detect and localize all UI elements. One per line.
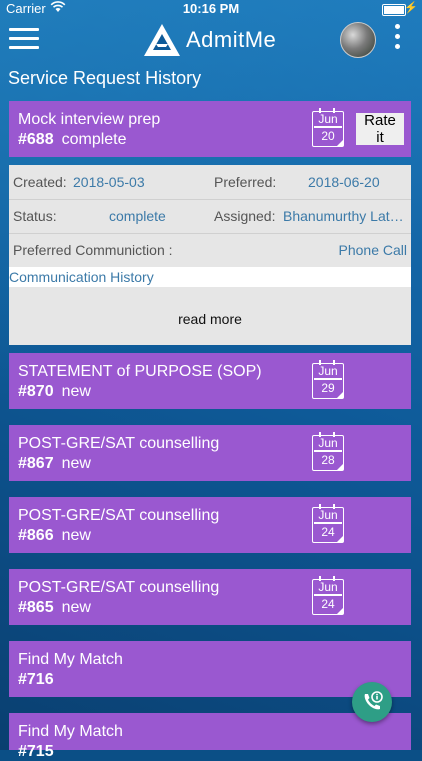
- communication-value: Phone Call: [338, 242, 408, 258]
- assigned-value: Bhanumurthy Lat…: [283, 208, 404, 224]
- communication-history-link[interactable]: Communication History: [9, 267, 411, 287]
- request-number: #870: [18, 383, 54, 400]
- request-state: new: [61, 599, 91, 616]
- request-card[interactable]: POST-GRE/SAT counselling #867 new Jun 28: [9, 425, 411, 481]
- request-number: #716: [18, 671, 54, 688]
- request-meta: #716: [18, 671, 54, 689]
- request-number: #866: [18, 527, 54, 544]
- battery-icon: [382, 4, 406, 16]
- calendar-month: Jun: [318, 364, 338, 378]
- charging-icon: ⚡: [404, 2, 418, 14]
- clock: 10:16 PM: [182, 1, 240, 16]
- hamburger-menu-icon[interactable]: [9, 28, 39, 49]
- calendar-icon: Jun 24: [312, 504, 344, 543]
- calendar-icon: Jun 20: [312, 108, 344, 147]
- request-details-panel: Created: 2018-05-03 Preferred: 2018-06-2…: [9, 165, 411, 345]
- read-more-button[interactable]: read more: [9, 311, 411, 327]
- request-number: #865: [18, 599, 54, 616]
- phone-info-icon: [364, 691, 383, 710]
- request-meta: #715: [18, 743, 54, 761]
- request-state: new: [61, 383, 91, 400]
- request-state: new: [61, 527, 91, 544]
- calendar-month: Jun: [318, 508, 338, 522]
- calendar-icon: Jun 29: [312, 360, 344, 399]
- request-title: Find My Match: [18, 723, 123, 740]
- status-bar: Carrier 10:16 PM ⚡: [0, 0, 422, 18]
- details-row-dates: Created: 2018-05-03 Preferred: 2018-06-2…: [9, 165, 411, 200]
- request-title: POST-GRE/SAT counselling: [18, 579, 220, 596]
- request-card[interactable]: Find My Match #715: [9, 713, 411, 760]
- rate-it-button[interactable]: Rate it: [356, 112, 404, 146]
- request-number: #688: [18, 131, 54, 148]
- avatar[interactable]: [340, 22, 376, 58]
- calendar-month: Jun: [318, 112, 338, 126]
- request-card[interactable]: STATEMENT of PURPOSE (SOP) #870 new Jun 2…: [9, 353, 411, 409]
- request-number: #715: [18, 743, 54, 760]
- created-value: 2018-05-03: [73, 174, 145, 190]
- app-name: AdmitMe: [186, 27, 277, 52]
- app-logo: AdmitMe: [142, 20, 276, 60]
- calendar-month: Jun: [318, 580, 338, 594]
- details-row-status: Status: complete Assigned: Bhanumurthy L…: [9, 199, 411, 234]
- assigned-label: Assigned:: [214, 208, 276, 224]
- app-bar: AdmitMe: [0, 18, 422, 62]
- status-label: Status:: [13, 208, 57, 224]
- calendar-month: Jun: [318, 436, 338, 450]
- request-card[interactable]: Mock interview prep #688 complete Jun 20 …: [9, 101, 411, 157]
- status-value: complete: [109, 208, 166, 224]
- calendar-icon: Jun 28: [312, 432, 344, 471]
- page-title: Service Request History: [8, 68, 202, 88]
- request-card[interactable]: POST-GRE/SAT counselling #866 new Jun 24: [9, 497, 411, 553]
- request-title: Find My Match: [18, 651, 123, 668]
- calendar-icon: Jun 24: [312, 576, 344, 615]
- request-meta: #865 new: [18, 599, 91, 617]
- request-card[interactable]: Find My Match #716: [9, 641, 411, 697]
- request-meta: #870 new: [18, 383, 91, 401]
- request-meta: #688 complete: [18, 131, 127, 149]
- preferred-value: 2018-06-20: [308, 174, 380, 190]
- details-row-communication: Preferred Communiction : Phone Call: [9, 233, 411, 267]
- request-title: Mock interview prep: [18, 111, 161, 128]
- request-title: STATEMENT of PURPOSE (SOP): [18, 363, 262, 380]
- request-card[interactable]: POST-GRE/SAT counselling #865 new Jun 24: [9, 569, 411, 625]
- request-state: complete: [61, 131, 127, 148]
- communication-label: Preferred Communiction :: [13, 242, 173, 258]
- request-title: POST-GRE/SAT counselling: [18, 435, 220, 452]
- kebab-menu-icon[interactable]: [390, 24, 404, 54]
- request-number: #867: [18, 455, 54, 472]
- request-meta: #867 new: [18, 455, 91, 473]
- request-state: new: [61, 455, 91, 472]
- request-title: POST-GRE/SAT counselling: [18, 507, 220, 524]
- request-meta: #866 new: [18, 527, 91, 545]
- logo-triangle-icon: [144, 24, 180, 56]
- preferred-label: Preferred:: [214, 174, 277, 190]
- created-label: Created:: [13, 174, 67, 190]
- call-history-fab[interactable]: [352, 682, 392, 722]
